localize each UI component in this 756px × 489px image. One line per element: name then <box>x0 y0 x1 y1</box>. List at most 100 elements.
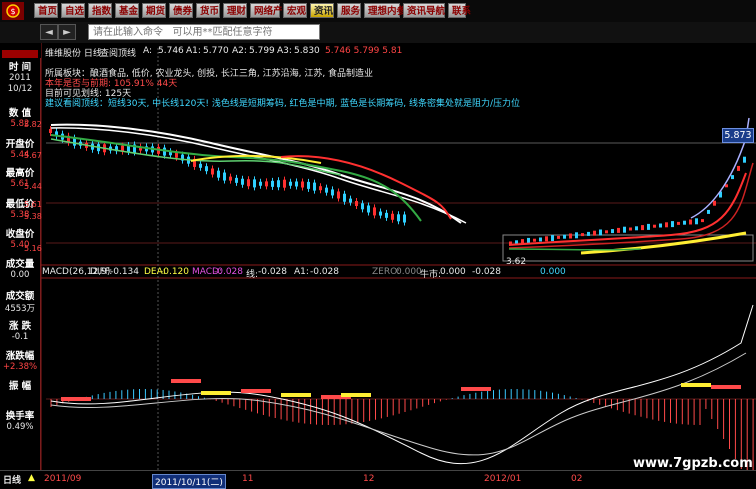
menu-item-13[interactable]: 理想内参 <box>364 3 406 18</box>
macd-tail-value: 0.000 <box>540 267 566 277</box>
sidebar-value-12: 0.49% <box>6 422 34 432</box>
candle-right-17 <box>605 230 608 234</box>
candle-right-28 <box>671 221 674 228</box>
date-label-5: 2012/01 <box>484 474 522 484</box>
candle-right-9 <box>557 235 560 239</box>
date-axis-bar <box>0 470 756 488</box>
a1b-value: -0.028 <box>310 267 340 277</box>
menu-item-1[interactable]: 首页 <box>34 3 58 18</box>
sidebar-label-4: 最高价 <box>5 168 35 179</box>
candle-right-8 <box>551 235 554 242</box>
candle-right-14 <box>587 231 590 236</box>
macd-signal-mark-10 <box>711 385 741 389</box>
sidebar-label-3: 开盘价 <box>5 139 35 150</box>
sidebar-label-1: 时 间 <box>8 62 32 73</box>
candle-right-11 <box>569 233 572 239</box>
sidebar-label-11: 振 幅 <box>8 381 32 392</box>
menu-item-11[interactable]: 资讯 <box>310 3 334 18</box>
tab-arrow-icon[interactable]: ▲ <box>28 473 35 483</box>
candle-right-21 <box>629 227 632 231</box>
candle-right-18 <box>611 229 614 234</box>
diff-value: -0.134 <box>110 267 140 277</box>
candle-right-6 <box>539 237 542 242</box>
macd-signal-mark-3 <box>201 391 231 395</box>
a3-label: A3: <box>277 46 292 56</box>
svg-text:$: $ <box>10 7 15 16</box>
forward-button[interactable]: ► <box>58 24 76 40</box>
diff-label: DIFF: <box>90 267 113 277</box>
candle-right-32 <box>695 218 698 225</box>
menu-item-7[interactable]: 货币 <box>196 3 220 18</box>
low-price-label: 3.62 <box>506 257 527 267</box>
macd-signal-mark-7 <box>341 393 371 397</box>
command-input[interactable] <box>88 24 320 40</box>
a3-value: 5.830 <box>294 46 320 56</box>
sidebar-top-marker <box>2 50 38 58</box>
menu-item-12[interactable]: 服务 <box>337 3 361 18</box>
candle-right-16 <box>599 229 602 236</box>
price-axis-label-4: 5.61 <box>24 200 42 209</box>
candle-right-33 <box>701 219 704 223</box>
macd-signal-mark-5 <box>281 393 311 397</box>
menu-item-9[interactable]: 网络产 <box>250 3 283 18</box>
candle-right-20 <box>623 226 626 233</box>
candle-right-15 <box>593 230 596 236</box>
sidebar-label-9: 涨 跌 <box>8 321 32 332</box>
candle-right-5 <box>533 238 536 242</box>
info-line-4: 建议看阅顶线：短线30天, 中长线120天! 浅色线是短期筹码, 红色是中期, … <box>45 99 521 109</box>
bull-label: 牛市: <box>420 270 442 280</box>
dea-value: -0.120 <box>160 267 190 277</box>
menu-item-5[interactable]: 期货 <box>142 3 166 18</box>
candle-right-29 <box>677 221 680 225</box>
diff-line <box>50 304 754 464</box>
menu-item-15[interactable]: 联系 <box>448 3 471 18</box>
candle-right-34 <box>707 209 710 214</box>
macd-signal-mark-8 <box>461 387 491 391</box>
bull-value: 0.000 <box>440 267 466 277</box>
sidebar-value-9: -0.1 <box>11 332 29 342</box>
watermark-text: www.7gpzb.com <box>633 456 753 471</box>
daily-tab[interactable]: 日线 <box>3 473 21 486</box>
menu-item-10[interactable]: 宏观 <box>283 3 307 18</box>
price-axis-label-3: 5.44 <box>24 182 42 191</box>
macd-signal-mark-4 <box>241 389 271 393</box>
menu-item-8[interactable]: 理财 <box>223 3 247 18</box>
macd-value: -0.028 <box>214 267 244 277</box>
candle-right-35 <box>713 200 716 206</box>
candle-right-25 <box>653 224 656 228</box>
price-axis-label-1: 5.82 <box>24 120 42 129</box>
back-button[interactable]: ◄ <box>40 24 58 40</box>
sidebar-label-2: 数 值 <box>8 108 32 119</box>
sidebar-value-7: 0.00 <box>10 270 30 280</box>
macd-signal-mark-9 <box>681 383 711 387</box>
menu-item-4[interactable]: 基金 <box>115 3 139 18</box>
ma-green-right <box>508 248 642 251</box>
candle-right-31 <box>689 219 692 225</box>
dea-line <box>50 352 747 456</box>
indicator-name-label: 查阅顶线 <box>100 49 137 59</box>
line-value: -0.028 <box>258 267 288 277</box>
date-label-4: 12 <box>363 474 375 484</box>
ma-red-right-1 <box>508 172 747 246</box>
sidebar-value-1: 2011 <box>9 73 31 83</box>
menu-item-14[interactable]: 资讯导航 <box>403 3 445 18</box>
a2-value: 5.799 <box>249 46 275 56</box>
candle-right-27 <box>665 222 668 228</box>
a-value: 5.746 <box>158 46 184 56</box>
a1-value: 5.770 <box>203 46 229 56</box>
candle-right-30 <box>683 220 686 225</box>
candle-right-38 <box>731 175 734 180</box>
a1b-label: A1: <box>294 267 309 277</box>
candle-right-23 <box>641 225 644 231</box>
menu-item-6[interactable]: 债券 <box>169 3 193 18</box>
tail-values: 5.746 5.799 5.81 <box>325 46 403 56</box>
sidebar-label-8: 成交额 <box>5 291 35 302</box>
menu-item-2[interactable]: 自选 <box>61 3 85 18</box>
candle-right-39 <box>737 165 740 171</box>
price-axis-label-6: 5.16 <box>24 244 42 253</box>
sidebar-value2-1: 10/12 <box>7 84 33 94</box>
menu-item-3[interactable]: 指数 <box>88 3 112 18</box>
date-label-1: 2011/09 <box>44 474 82 484</box>
zero-value: 0.000 <box>396 267 422 277</box>
sidebar-value-10: +2.38% <box>2 362 38 372</box>
